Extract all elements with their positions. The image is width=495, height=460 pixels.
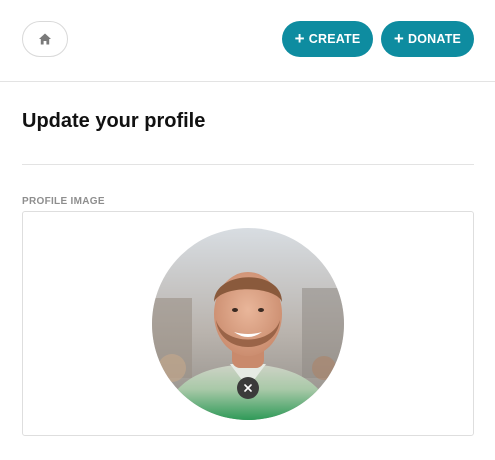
remove-image-button[interactable] bbox=[237, 377, 259, 399]
section-divider bbox=[22, 164, 474, 165]
create-button[interactable]: + CREATE bbox=[282, 21, 373, 57]
profile-image-label: PROFILE IMAGE bbox=[22, 196, 105, 207]
top-bar: + CREATE + DONATE bbox=[0, 0, 495, 82]
home-button[interactable] bbox=[22, 21, 68, 57]
plus-icon: + bbox=[393, 28, 405, 48]
plus-icon: + bbox=[294, 28, 305, 48]
donate-button-label: DONATE bbox=[408, 32, 462, 46]
close-icon bbox=[244, 384, 252, 392]
page-title: Update your profile bbox=[22, 110, 206, 132]
home-icon bbox=[38, 32, 52, 46]
profile-page: + CREATE + DONATE Update your profile PR… bbox=[0, 0, 495, 460]
donate-button[interactable]: + DONATE bbox=[381, 21, 474, 57]
create-button-label: CREATE bbox=[308, 32, 361, 46]
